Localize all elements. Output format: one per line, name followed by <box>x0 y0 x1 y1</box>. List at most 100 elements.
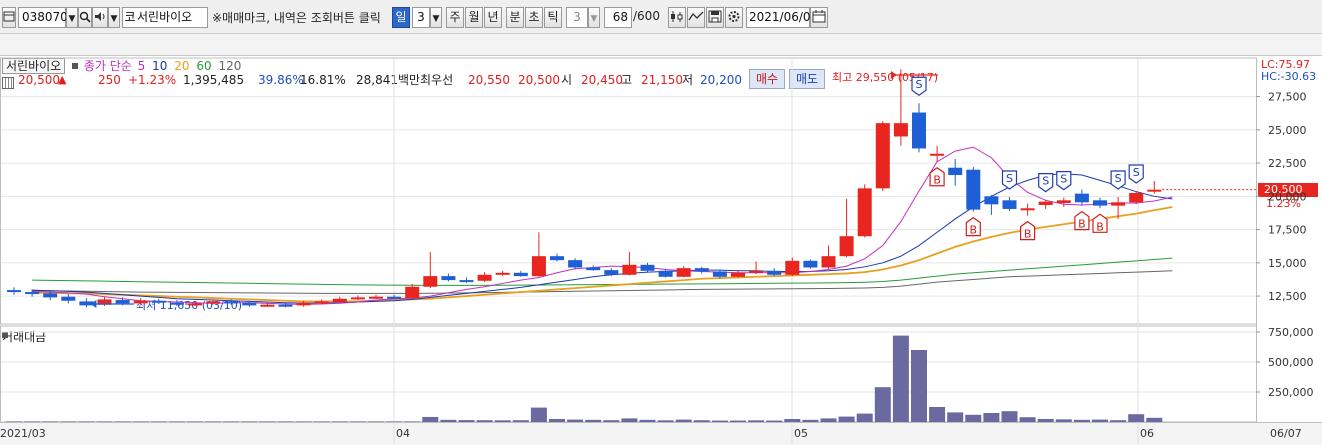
sell-signal-marker: S <box>1110 170 1126 190</box>
signal-shape <box>1092 213 1108 233</box>
candle-body <box>930 153 945 156</box>
volume-bar <box>349 421 366 422</box>
volume-bar <box>1110 420 1127 422</box>
market-badge: 코 <box>124 10 136 24</box>
bid-price: 20,500 <box>518 73 560 87</box>
signal-shape <box>965 216 981 237</box>
low-price: 20,200 <box>700 73 742 87</box>
candle-body <box>531 256 546 277</box>
sound-dropdown-button[interactable]: ▼ <box>108 7 120 28</box>
period-second-button[interactable]: 초 <box>525 7 543 28</box>
window-icon[interactable] <box>2 7 16 28</box>
save-button[interactable] <box>706 7 724 28</box>
candle-body <box>79 301 94 306</box>
grid-toggle-icon[interactable] <box>2 77 14 89</box>
volume-bar <box>802 419 819 422</box>
date-input[interactable]: 2021/06/07 <box>746 7 818 28</box>
volume-bar <box>259 421 276 422</box>
sell-signal-marker: S <box>1001 170 1018 190</box>
volume-bar <box>657 420 674 422</box>
high-annotation: 최고 29,550 (05/17) <box>832 71 939 84</box>
candle-body <box>803 260 818 268</box>
buy-button[interactable]: 매수 <box>749 69 785 89</box>
volume-bar <box>78 421 95 422</box>
candle-body <box>984 196 999 205</box>
x-tick-label: 06/07 <box>1270 427 1302 440</box>
signal-letter: S <box>1115 172 1122 185</box>
buy-signal-marker: B <box>1074 210 1090 231</box>
calendar-button[interactable] <box>810 7 828 28</box>
volume-bar <box>277 421 294 422</box>
ma-120: 120 <box>218 59 242 73</box>
candle-body <box>369 296 383 299</box>
candle-body <box>966 169 981 210</box>
current-price-tag: 20,500 <box>1258 183 1318 197</box>
candle-body <box>1111 202 1126 206</box>
interval-dropdown[interactable]: ▼ <box>588 7 600 28</box>
candle-body <box>875 123 890 189</box>
candle-body <box>61 296 76 301</box>
signal-shape <box>1020 220 1036 241</box>
period-day-button[interactable]: 일 <box>392 7 410 28</box>
interval-input[interactable]: 3 <box>566 7 588 28</box>
candle-body <box>278 304 293 307</box>
volume-bar <box>42 421 59 422</box>
candle-body <box>513 272 528 277</box>
sound-button[interactable] <box>92 7 108 28</box>
indicator-button[interactable] <box>687 7 705 28</box>
volume-bar <box>476 420 493 422</box>
calendar-icon <box>812 10 826 23</box>
low-arrowhead <box>90 300 97 308</box>
sell-button[interactable]: 매도 <box>789 69 825 89</box>
candle-body <box>423 276 438 287</box>
volume-bar <box>892 335 909 422</box>
search-button[interactable] <box>78 7 92 28</box>
volume-bar <box>313 421 330 422</box>
signal-letter: B <box>1024 228 1032 241</box>
chart-legend: 서린바이오 종가 단순 5 10 20 60 120 <box>2 58 241 74</box>
volume-bar <box>675 419 692 422</box>
period-year-button[interactable]: 년 <box>484 7 502 28</box>
hint-text: ※매매마크, 내역은 조회버튼 클릭 <box>212 11 381 25</box>
price-change-pct: +1.23% <box>128 73 177 87</box>
legend-stock-name[interactable]: 서린바이오 <box>2 58 66 74</box>
volume-bar <box>205 421 222 422</box>
period-month-button[interactable]: 월 <box>465 7 483 28</box>
stock-code-input[interactable]: 038070 <box>18 7 68 28</box>
candle-body <box>1038 201 1053 205</box>
chart-type-button[interactable] <box>668 7 686 28</box>
candle-body <box>568 260 583 268</box>
volume-bar <box>965 414 982 422</box>
signal-letter: B <box>1096 220 1104 233</box>
candle-body <box>405 286 420 299</box>
volume-bar <box>784 419 801 422</box>
volume-bar <box>331 421 348 422</box>
candle-body <box>314 301 329 304</box>
gear-icon <box>728 11 740 22</box>
signal-letter: S <box>1133 166 1140 179</box>
volume-bar <box>386 421 403 422</box>
signal-shape <box>929 167 945 187</box>
period-count-input[interactable]: 3 <box>412 7 430 28</box>
period-minute-button[interactable]: 분 <box>506 7 524 28</box>
high-price: 21,150 <box>641 73 683 87</box>
code-dropdown-button[interactable]: ▼ <box>66 7 78 28</box>
turnover-ratio: 16.81% <box>300 73 346 87</box>
price-tick-label: 22,500 <box>1268 157 1307 170</box>
settings-button[interactable] <box>725 7 743 28</box>
stock-name-field[interactable]: 코서린바이오 <box>122 7 208 28</box>
signal-letter: B <box>970 224 978 237</box>
volume-bar <box>820 418 837 422</box>
period-tick-button[interactable]: 틱 <box>544 7 562 28</box>
volume-bar <box>187 421 203 422</box>
candle-body <box>387 296 402 299</box>
data-count-input[interactable]: 68 <box>604 7 632 28</box>
save-icon <box>708 10 722 23</box>
candle-body <box>260 304 275 307</box>
volume-bar <box>874 387 891 422</box>
x-axis-band <box>0 422 1322 445</box>
volume-bar <box>404 421 421 422</box>
period-week-button[interactable]: 주 <box>446 7 464 28</box>
period-count-dropdown[interactable]: ▼ <box>430 7 442 28</box>
candle-body <box>586 267 601 271</box>
